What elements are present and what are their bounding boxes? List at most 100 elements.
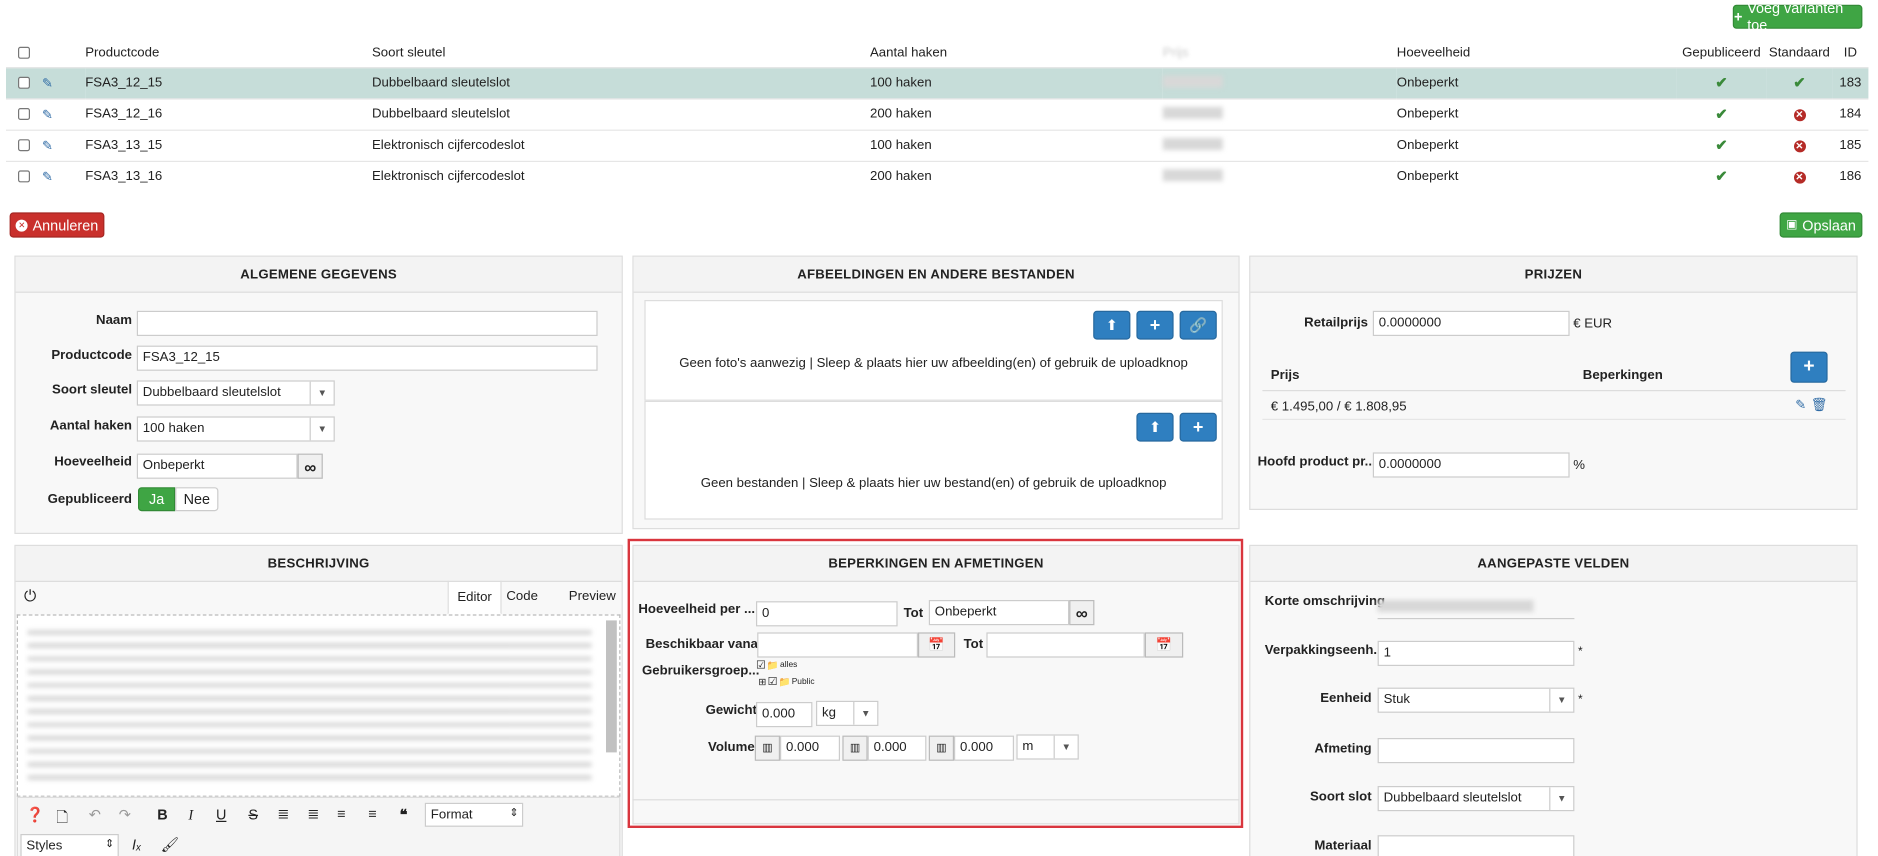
trash-icon[interactable]: 🗑 — [1811, 397, 1828, 412]
underline-icon[interactable]: U — [216, 806, 226, 823]
styles-select[interactable]: Styles ⇕ — [20, 834, 119, 856]
available-from-input[interactable] — [757, 632, 919, 658]
plus-icon: + — [1192, 417, 1204, 438]
add-variants-button[interactable]: + Voeg varianten toe — [1732, 0, 1863, 34]
new-document-icon[interactable]: 🗋 — [56, 806, 68, 831]
unit-select[interactable]: Stuk ▼ — [1377, 687, 1575, 713]
align-justify-icon[interactable]: ≣ — [277, 805, 289, 822]
row-checkbox[interactable] — [18, 139, 31, 152]
price-redacted — [1162, 75, 1223, 87]
name-input[interactable] — [136, 310, 598, 336]
check-icon[interactable]: ✔ — [1793, 74, 1805, 91]
quantity-per-input[interactable]: 0 — [756, 601, 898, 627]
calendar-icon[interactable]: 📅 — [1144, 632, 1184, 658]
check-icon[interactable]: ✔ — [1715, 168, 1727, 185]
add-price-button[interactable]: + — [1790, 351, 1828, 383]
col-aantal-haken[interactable]: Aantal haken — [870, 38, 1163, 67]
available-to-input[interactable] — [986, 632, 1145, 658]
add-image-button[interactable]: + — [1136, 310, 1174, 340]
row-checkbox[interactable] — [18, 170, 31, 183]
table-row[interactable]: ✎ FSA3_13_15 Elektronisch cijfercodeslot… — [6, 129, 1869, 161]
row-checkbox[interactable] — [18, 108, 31, 121]
col-productcode[interactable]: Productcode — [85, 38, 372, 67]
infinity-icon[interactable]: ∞ — [297, 453, 323, 479]
tab-code[interactable]: Code — [506, 589, 538, 603]
to-input[interactable]: Onbeperkt — [928, 600, 1070, 626]
weight-unit-select[interactable]: kg ▼ — [816, 700, 879, 726]
x-circle-icon[interactable]: ✕ — [1793, 108, 1806, 121]
calendar-icon[interactable]: 📅 — [918, 632, 956, 658]
table-row[interactable]: ✎ FSA3_13_16 Elektronisch cijfercodeslot… — [6, 160, 1869, 192]
row-checkbox[interactable] — [18, 76, 31, 89]
infinity-icon[interactable]: ∞ — [1069, 600, 1095, 626]
link-image-button[interactable]: 🔗 — [1179, 310, 1217, 340]
volume-input-1[interactable]: 0.000 — [780, 735, 841, 761]
power-icon[interactable]: ⏻ — [24, 587, 36, 606]
tab-preview[interactable]: Preview — [569, 589, 616, 603]
group-tree-all[interactable]: ☑ 📁 alles — [756, 659, 797, 672]
check-icon[interactable]: ✔ — [1715, 74, 1727, 91]
table-row[interactable]: ✎ FSA3_12_16 Dubbelbaard sleutelslot 200… — [6, 97, 1869, 130]
cancel-button[interactable]: ✕ Annuleren — [9, 212, 105, 238]
published-no-toggle[interactable]: Nee — [175, 487, 219, 512]
weight-input[interactable]: 0.000 — [756, 702, 813, 728]
scrollbar[interactable] — [606, 620, 617, 753]
brush-icon[interactable]: 🖌 — [161, 836, 179, 853]
quote-icon[interactable]: ❝ — [400, 806, 408, 823]
col-gepubliceerd[interactable]: Gepubliceerd — [1676, 38, 1766, 67]
volume-input-3[interactable]: 0.000 — [954, 735, 1015, 761]
short-description-value[interactable] — [1377, 595, 1575, 620]
upload-file-button[interactable]: ⬆ — [1136, 412, 1174, 442]
pencil-icon[interactable]: ✎ — [42, 139, 53, 153]
size-input[interactable] — [1377, 738, 1575, 764]
published-yes-toggle[interactable]: Ja — [138, 487, 176, 512]
strikethrough-icon[interactable]: S — [248, 806, 258, 823]
align-right-icon[interactable]: ≡ — [368, 805, 376, 822]
pencil-icon[interactable]: ✎ — [42, 76, 53, 90]
save-button[interactable]: ▣ Opslaan — [1779, 212, 1863, 238]
x-circle-icon[interactable]: ✕ — [1793, 139, 1806, 152]
check-icon[interactable]: ✔ — [1715, 137, 1727, 154]
quantity-input[interactable]: Onbeperkt — [136, 453, 298, 479]
table-row[interactable]: ✎ FSA3_12_15 Dubbelbaard sleutelslot 100… — [6, 66, 1869, 99]
productcode-input[interactable]: FSA3_12_15 — [136, 345, 598, 371]
undo-icon[interactable]: ↶ — [89, 806, 101, 823]
select-all-checkbox[interactable] — [18, 46, 31, 59]
checked-checkbox-icon[interactable]: ☑ — [756, 659, 766, 672]
align-center-icon[interactable]: ≣ — [307, 805, 319, 822]
hooks-select[interactable]: 100 haken ▼ — [136, 416, 335, 442]
pencil-icon[interactable]: ✎ — [42, 170, 53, 184]
volume-unit-select[interactable]: m ▼ — [1016, 734, 1079, 760]
group-tree-public[interactable]: ⊞ ☑ 📁 Public — [758, 676, 814, 689]
format-select[interactable]: Format ⇕ — [424, 802, 524, 827]
tab-editor[interactable]: Editor — [447, 580, 502, 615]
description-editor-area[interactable] — [16, 614, 621, 797]
align-left-icon[interactable]: ≡ — [337, 805, 345, 822]
x-circle-icon[interactable]: ✕ — [1793, 171, 1806, 184]
redo-icon[interactable]: ↷ — [119, 806, 131, 823]
col-soort-sleutel[interactable]: Soort sleutel — [372, 38, 870, 67]
chevron-updown-icon: ⇕ — [104, 837, 115, 850]
col-id[interactable]: ID — [1832, 38, 1868, 67]
add-file-button[interactable]: + — [1179, 412, 1217, 442]
pencil-icon[interactable]: ✎ — [1795, 397, 1806, 412]
volume-input-2[interactable]: 0.000 — [867, 735, 927, 761]
retail-price-input[interactable]: 0.0000000 — [1372, 310, 1570, 336]
lock-type-select[interactable]: Dubbelbaard sleutelslot ▼ — [1377, 786, 1575, 812]
material-input[interactable] — [1377, 835, 1575, 856]
col-hoeveelheid[interactable]: Hoeveelheid — [1397, 38, 1677, 67]
italic-icon[interactable]: I — [188, 806, 193, 824]
col-prijs[interactable]: Prijs — [1163, 38, 1397, 67]
bold-icon[interactable]: B — [157, 806, 167, 823]
expand-icon[interactable]: ⊞ — [758, 677, 766, 688]
help-icon[interactable]: ❓ — [26, 806, 44, 823]
checked-checkbox-icon[interactable]: ☑ — [768, 676, 778, 689]
pencil-icon[interactable]: ✎ — [42, 107, 53, 121]
main-product-price-input[interactable]: 0.0000000 — [1372, 452, 1570, 478]
key-type-select[interactable]: Dubbelbaard sleutelslot ▼ — [136, 380, 335, 406]
packaging-unit-input[interactable]: 1 — [1377, 640, 1575, 666]
upload-image-button[interactable]: ⬆ — [1093, 310, 1131, 340]
col-standaard[interactable]: Standaard — [1766, 38, 1832, 67]
clear-format-icon[interactable]: Iₓ — [132, 836, 141, 853]
check-icon[interactable]: ✔ — [1715, 106, 1727, 123]
